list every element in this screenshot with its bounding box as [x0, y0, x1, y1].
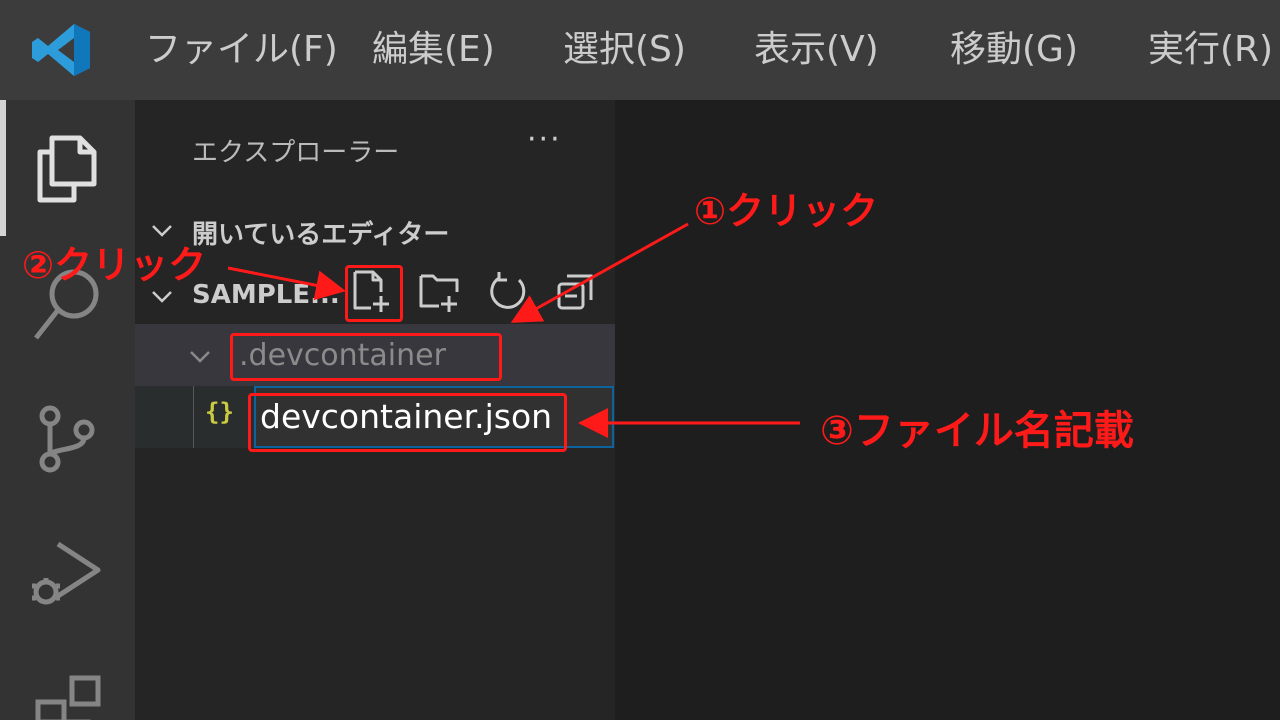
more-actions-button[interactable]: ···: [527, 122, 562, 157]
menu-file[interactable]: ファイル(F): [145, 22, 338, 78]
chevron-down-icon: [190, 351, 210, 363]
activity-bar: [0, 100, 135, 720]
filename-input[interactable]: devcontainer.json: [254, 386, 614, 448]
json-file-icon: {}: [205, 398, 234, 426]
annotation-step1: ①クリック: [694, 189, 879, 233]
explorer-sidebar: エクスプローラー ··· 開いているエディター SAMPLE... .devco…: [135, 100, 615, 720]
indent-guide: [193, 386, 194, 448]
source-control-icon[interactable]: [28, 400, 108, 480]
tree-item-new-file: {} devcontainer.json: [135, 386, 615, 448]
run-debug-icon[interactable]: [28, 536, 108, 616]
menu-edit[interactable]: 編集(E): [372, 22, 495, 78]
active-indicator: [0, 100, 6, 236]
menu-selection[interactable]: 選択(S): [563, 22, 686, 78]
menu-view[interactable]: 表示(V): [754, 22, 879, 78]
folder-name-label: .devcontainer: [239, 338, 446, 373]
menu-run[interactable]: 実行(R): [1148, 22, 1273, 78]
collapse-all-icon[interactable]: [553, 268, 599, 314]
title-menu-bar: ファイル(F) 編集(E) 選択(S) 表示(V) 移動(G) 実行(R): [0, 0, 1280, 100]
new-file-icon[interactable]: [349, 268, 395, 314]
workspace-folder-label: SAMPLE...: [192, 280, 340, 310]
vscode-logo-icon: [32, 24, 90, 76]
open-editors-label: 開いているエディター: [192, 220, 450, 250]
tree-item-devcontainer-folder[interactable]: .devcontainer: [135, 324, 615, 386]
annotation-step2: ②クリック: [22, 243, 207, 287]
annotation-step3: ③ファイル名記載: [820, 408, 1134, 454]
extensions-icon[interactable]: [28, 672, 108, 720]
refresh-icon[interactable]: [485, 268, 531, 314]
menu-go[interactable]: 移動(G): [950, 22, 1078, 78]
explorer-icon[interactable]: [28, 128, 108, 208]
explorer-title: エクスプローラー: [192, 138, 400, 168]
open-editors-section[interactable]: 開いているエディター: [135, 210, 615, 254]
new-folder-icon[interactable]: [417, 268, 463, 314]
